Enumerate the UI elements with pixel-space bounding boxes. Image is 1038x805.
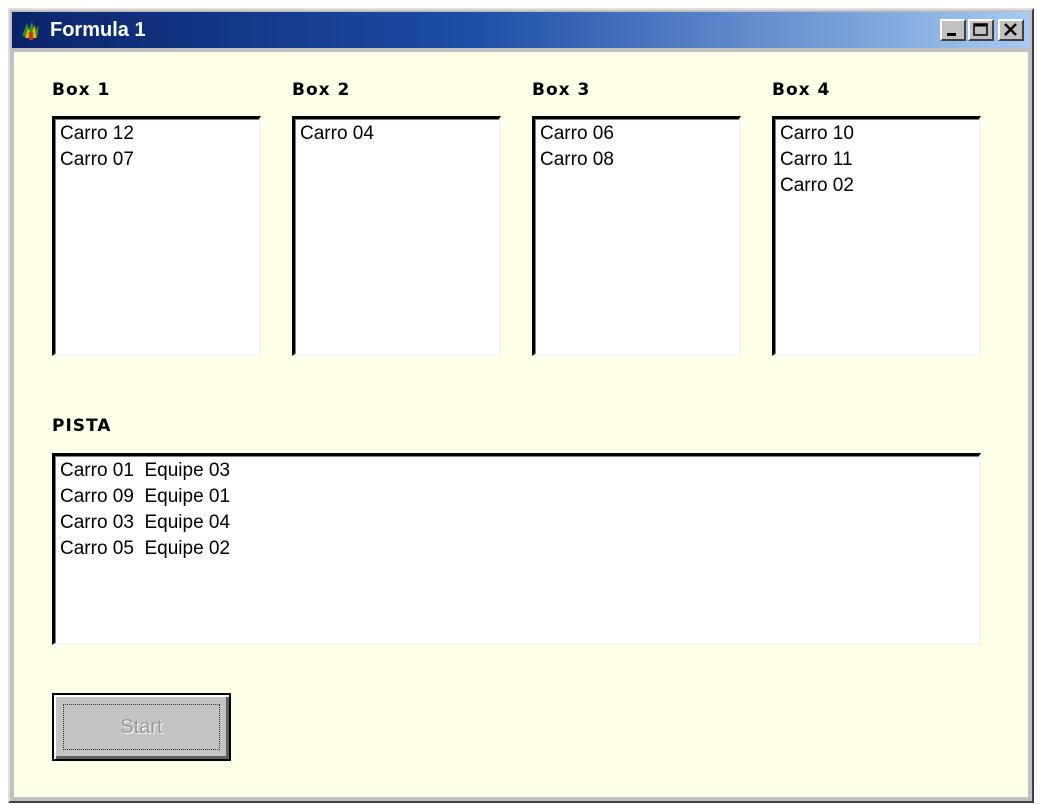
list-item[interactable]: Carro 02 [780, 173, 974, 199]
list-item[interactable]: Carro 11 [780, 147, 974, 173]
client-area: Box 1 Box 2 Box 3 Box 4 Carro 12 Carro 0… [14, 52, 1028, 797]
app-window: Formula 1 Box 1 Box 2 Box 3 Box 4 Carro … [8, 8, 1034, 803]
list-item[interactable]: Carro 01 Equipe 03 [60, 458, 974, 484]
window-controls [938, 19, 1024, 41]
box-4-listbox[interactable]: Carro 10 Carro 11 Carro 02 [772, 116, 981, 356]
list-item[interactable]: Carro 03 Equipe 04 [60, 510, 974, 536]
list-item[interactable]: Carro 04 [300, 121, 494, 147]
window-title: Formula 1 [50, 18, 146, 41]
list-item[interactable]: Carro 09 Equipe 01 [60, 484, 974, 510]
maximize-button[interactable] [968, 19, 994, 41]
start-button[interactable]: Start [52, 693, 231, 761]
box-3-listbox[interactable]: Carro 06 Carro 08 [532, 116, 741, 356]
list-item[interactable]: Carro 08 [540, 147, 734, 173]
minimize-icon [947, 33, 956, 36]
box-2-listbox[interactable]: Carro 04 [292, 116, 501, 356]
box-4-label: Box 4 [772, 80, 831, 100]
list-item[interactable]: Carro 05 Equipe 02 [60, 536, 974, 562]
maximize-icon [973, 23, 988, 36]
close-button[interactable] [998, 19, 1024, 41]
formula-car-icon[interactable] [18, 17, 44, 43]
list-item[interactable]: Carro 12 [60, 121, 254, 147]
close-icon [1004, 23, 1017, 36]
minimize-button[interactable] [940, 19, 966, 41]
title-bar[interactable]: Formula 1 [12, 12, 1030, 48]
list-item[interactable]: Carro 10 [780, 121, 974, 147]
focus-rectangle [63, 704, 220, 750]
pista-listbox[interactable]: Carro 01 Equipe 03 Carro 09 Equipe 01 Ca… [52, 453, 981, 645]
box-3-label: Box 3 [532, 80, 591, 100]
list-item[interactable]: Carro 07 [60, 147, 254, 173]
pista-label: PISTA [52, 416, 112, 436]
box-2-label: Box 2 [292, 80, 351, 100]
box-1-label: Box 1 [52, 80, 111, 100]
box-1-listbox[interactable]: Carro 12 Carro 07 [52, 116, 261, 356]
list-item[interactable]: Carro 06 [540, 121, 734, 147]
